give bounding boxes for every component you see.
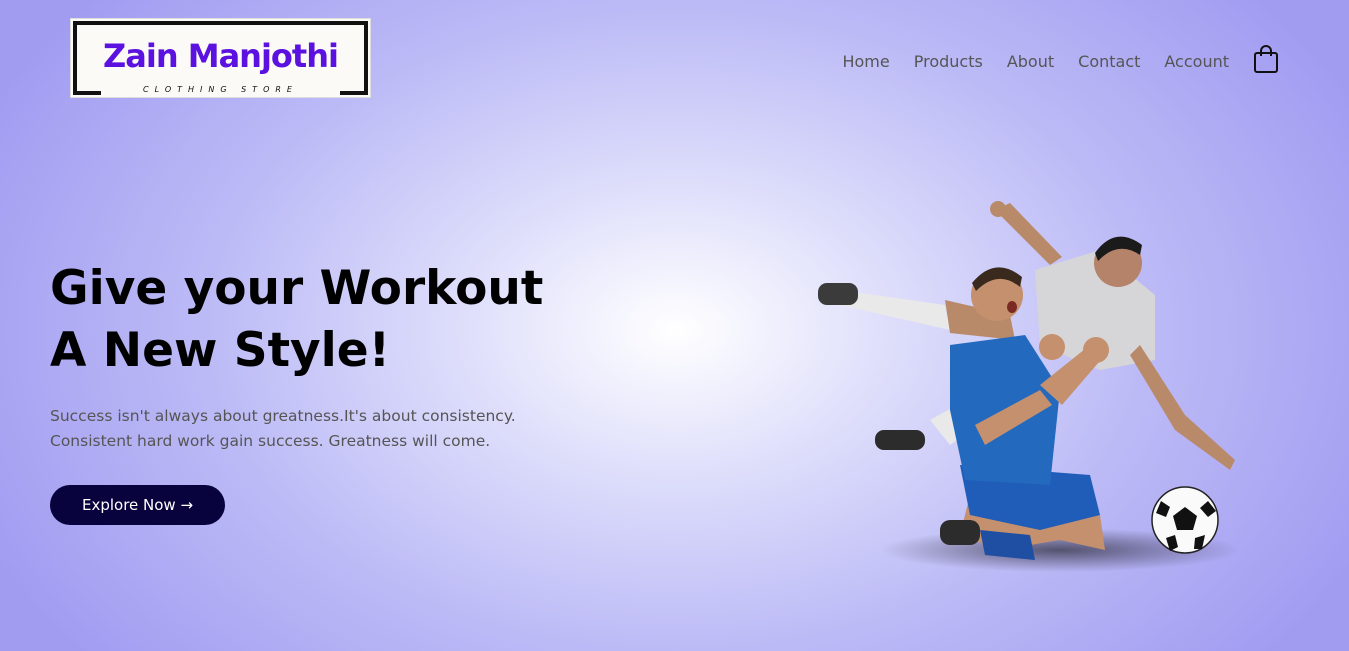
shopping-bag-icon[interactable] [1253,44,1279,74]
hero-title-line1: Give your Workout [50,261,544,316]
logo-tagline: CLOTHING STORE [143,85,298,94]
main-nav: Home Products About Contact Account [842,45,1279,74]
explore-now-button[interactable]: Explore Now → [50,485,225,525]
logo-frame [73,21,368,25]
hero-title: Give your Workout A New Style! [50,258,610,382]
nav-home[interactable]: Home [842,51,889,73]
nav-account[interactable]: Account [1164,51,1229,73]
hero-subtitle-line1: Success isn't always about greatness.It'… [50,407,516,425]
hero-subtitle-line2: Consistent hard work gain success. Great… [50,432,491,450]
nav-about[interactable]: About [1007,51,1054,73]
hero-subtitle: Success isn't always about greatness.It'… [50,404,610,454]
soccer-ball [1151,486,1219,554]
hero-title-line2: A New Style! [50,323,391,378]
hero-image-soccer-players [818,201,1240,572]
logo[interactable]: Zain Manjothi CLOTHING STORE [70,18,371,98]
logo-brand-name: Zain Manjothi [103,37,339,75]
nav-contact[interactable]: Contact [1078,51,1140,73]
nav-products[interactable]: Products [914,51,983,73]
